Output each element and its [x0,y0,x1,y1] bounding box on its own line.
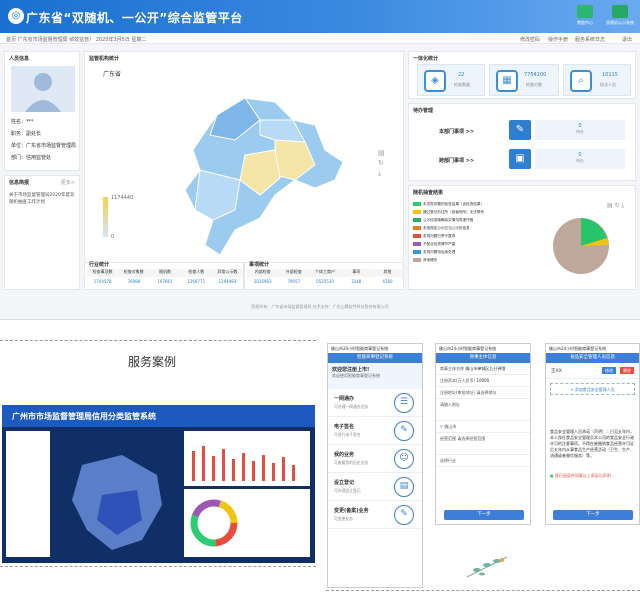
legend-min: 0 [111,234,115,240]
mini-side-panel [6,431,50,557]
result-legend: 未发现问题的检查结果（含检查结果） 通过登记的住所（经营场所）无法联系 公示信息… [413,200,509,264]
footer: 版权所有：广东省市场监督管理局 技术支持：广东山鹰软件科技股份有限公司 [251,304,389,309]
logout-link[interactable]: 退出 [622,36,632,43]
dashboard-screenshot: ◎ 广东省“双随机、一公开”综合监管平台 数据中心 双随机公示系统 首页 广东省… [0,0,640,320]
check-icon: ● [550,473,554,478]
industry-table: 行业统计 检查事项数 检查对象数 随机数 检查人数 异常公示数 1744578 76988… [84,262,244,290]
pen-icon: ✎ [394,421,414,441]
data-center-button[interactable]: 数据中心 [570,5,600,31]
mini-donut-chart [184,489,310,557]
stat-card[interactable]: ▦ 7754100 检查对象 [489,64,559,96]
document-icon: ☰ [394,393,414,413]
divider [0,566,316,567]
notice-item[interactable]: 关于市场监督管理局2020年度双随机抽查工作计划 [9,192,77,206]
calendar-icon[interactable]: ▣ [509,149,531,169]
log-link[interactable]: 服务系统日志 [575,36,605,43]
mini-dashboard: 广州市市场监督管理局信用分类监管系统 [2,405,315,563]
table-row: 2016983 79057 0525520 3348 4780 [253,279,393,284]
clipboard-icon: ▤ [394,477,414,497]
table-header: 内部检查 外部检查 个体工商户 事项 其他 [247,269,403,277]
address-select[interactable]: 注册地址(审批地址) 请选择地址 [436,387,530,399]
own-dept-link[interactable]: 本部门事项 >> [439,128,474,135]
phone-entity-form: 佛山市24小时智能商事登记系统 商事主体信息 商事主体名称 佛山市禅城区九分钟哦… [435,343,531,525]
breadcrumb-text: 首页 广东省市场监督管理局 绩效监管） 2020年3月5日 星期二 [6,37,147,43]
agree-checkbox[interactable]: ● 我已阅读并同意以上承诺与声明 [550,473,635,479]
magnifier-icon: ⌕ [570,70,592,92]
scope-field[interactable]: 经营范围 请选择经营范围 [436,433,530,455]
breadcrumb: 首页 广东省市场监督管理局 绩效监管） 2020年3月5日 星期二 修改密码 操… [0,33,640,44]
todo-count: 0 待办 [535,120,625,140]
location-pin-icon: ⚲ [440,424,443,429]
plant-decoration-icon [466,556,508,578]
next-button[interactable]: 下一步 [444,510,524,520]
capital-field[interactable]: 注册资本(万人民币) 10000 [436,375,530,387]
table-header: 检查事项数 检查对象数 随机数 检查人数 异常公示数 [87,269,243,277]
declaration-text: 食品安全管理人员承诺（声明）：日至五年内，本人保任食品安全管理员本公司的食品安全… [550,429,634,458]
summary-panel: 一体化统计 ◈ 22 检查数量 ▦ 7754100 检查对象 ⌕ 10115 执… [408,51,636,99]
mini-bar-chart [184,431,310,486]
delete-button[interactable]: 删除 [620,367,634,374]
legend-max: 1174440 [111,195,134,201]
guangdong-map [184,97,344,256]
manager-row: 王XX 修改 删除 [546,363,639,379]
menu-one-stop[interactable]: 一网通办 可办理一网通办业务 ☰ [328,389,422,417]
edit-icon[interactable]: ✎ [509,120,531,140]
matter-table: 事项统计 内部检查 外部检查 个体工商户 事项 其他 2016983 79057 05255… [244,262,404,290]
emblem-icon: ◎ [8,8,24,24]
location-field[interactable]: ⚲ 佛山市 [436,421,530,433]
legend-swatch [413,202,421,206]
industry-field[interactable]: 选择行业 [436,455,530,467]
table-row: 1744578 76988 167661 1269771 1294983 [93,279,237,284]
mini-header: 广州市市场监督管理局信用分类监管系统 [2,405,315,427]
shield-icon: ◈ [424,70,446,92]
menu-e-signature[interactable]: 电子签名 可进行电子签名 ✎ [328,417,422,445]
menu-my-business[interactable]: 我的业务 可查看我的历史业务 ☺ [328,445,422,473]
result-pie [553,218,609,274]
map-tools[interactable]: ▤ ↻ ⤓ [378,148,385,178]
divider [0,340,316,341]
address-input[interactable]: 请输入地址 [436,399,530,421]
person-panel: 人员信息 姓名：*** 职务：副处长 单位：广东省市场监督管理局 部门：信用监管… [4,51,80,171]
next-button[interactable]: 下一步 [553,510,633,520]
result-panel: 随机抽查结果 未发现问题的检查结果（含检查结果） 通过登记的住所（经营场所）无法… [408,185,636,290]
mini-map [72,455,162,550]
notice-panel: 信息简报 更多> 关于市场监督管理局2020年度双随机抽查工作计划 [4,175,80,290]
stat-card[interactable]: ◈ 22 检查数量 [417,64,485,96]
public-system-icon [612,5,628,18]
add-manager-button[interactable]: + 添加食品安全管理人员 [550,383,635,395]
phone-food-safety: 佛山市24小时智能商事登记系统 食品安全管理人员信息 王XX 修改 删除 + 添… [545,343,640,525]
header-bar: ◎ 广东省“双随机、一公开”综合监管平台 数据中心 双随机公示系统 [0,0,640,33]
welcome-banner: 欢迎您注册上市! 欢迎使用智能商事登记系统 [328,363,422,389]
stat-card[interactable]: ⌕ 10115 执法人员 [563,64,631,96]
menu-registration[interactable]: 设立登记 可办理设立登记 ▤ [328,473,422,501]
todo-panel: 待办管理 本部门事项 >> ✎ 0 待办 跨部门事项 >> ▣ 0 待办 [408,103,636,181]
id-card-icon: ▦ [496,70,518,92]
case-title: 服务案例 [128,355,177,369]
menu-change[interactable]: 变更(备案)业务 可变更业务 ✎ [328,501,422,529]
divider [326,590,640,591]
more-link[interactable]: 更多> [61,179,75,186]
cross-dept-link[interactable]: 跨部门事项 >> [439,157,474,164]
data-center-icon [577,5,593,18]
edit-button[interactable]: 修改 [602,367,616,374]
manual-link[interactable]: 操作手册 [548,36,568,43]
public-system-button[interactable]: 双随机公示系统 [605,5,635,31]
todo-count: 0 待办 [535,149,625,169]
app-title: 广东省“双随机、一公开”综合监管平台 [26,11,243,25]
entity-name-field[interactable]: 商事主体名称 佛山市禅城区九分钟哦 [436,363,530,375]
phone-home: 佛山市24小时智能商事登记系统 智能商事登记系统 欢迎您注册上市! 欢迎使用智能… [327,343,423,588]
edit-icon: ✎ [394,505,414,525]
chart-tools[interactable]: ▤ ↻ ⤓ [607,202,624,210]
map-legend-bar [103,197,108,237]
user-icon: ☺ [394,449,414,469]
change-password-link[interactable]: 修改密码 [520,36,540,43]
map-panel: 监管机构统计 广东省 1174440 0 ▤ ↻ ⤓ [84,51,404,263]
map-region-label: 广东省 [103,71,122,78]
avatar [11,66,75,112]
person-fields: 姓名：*** 职务：副处长 单位：广东省市场监督管理局 部门：信用监管处 [11,119,77,161]
